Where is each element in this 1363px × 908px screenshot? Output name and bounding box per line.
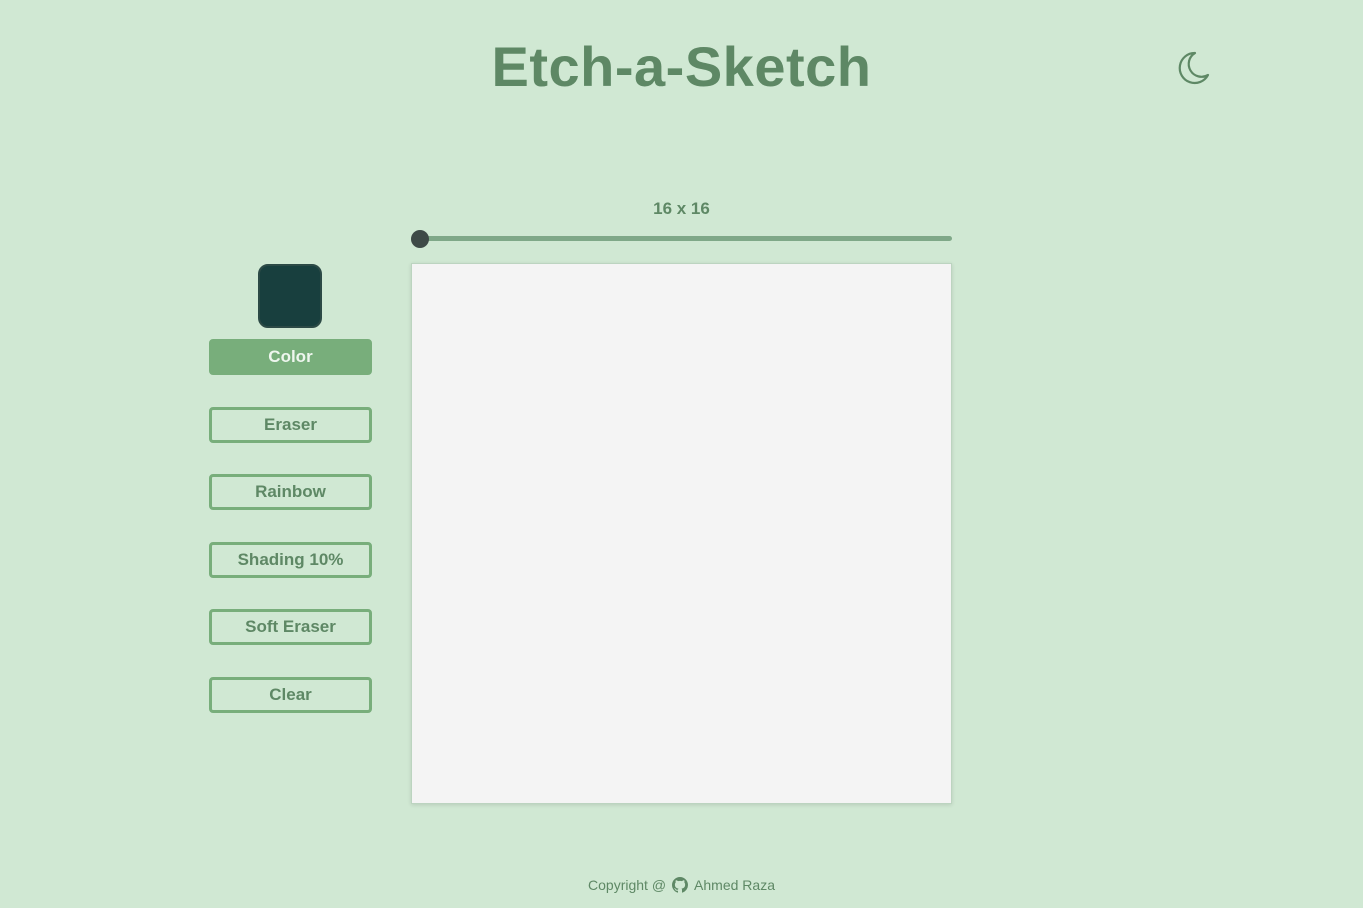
- app-page: Etch-a-Sketch 16 x 16 Color Eraser Rainb…: [0, 0, 1363, 908]
- theme-toggle-button[interactable]: [1173, 48, 1213, 88]
- slider-track[interactable]: [411, 236, 952, 241]
- color-picker-swatch[interactable]: [258, 264, 322, 328]
- github-icon: [672, 877, 689, 893]
- page-title: Etch-a-Sketch: [491, 35, 872, 98]
- copyright-text: Copyright @: [588, 877, 667, 893]
- rainbow-button[interactable]: Rainbow: [209, 474, 372, 510]
- footer: Copyright @ Ahmed Raza: [0, 877, 1363, 893]
- slider-thumb[interactable]: [411, 230, 429, 248]
- grid-size-slider[interactable]: [411, 229, 952, 249]
- grid-size-label: 16 x 16: [653, 199, 710, 218]
- soft-eraser-button[interactable]: Soft Eraser: [209, 609, 372, 645]
- sketch-canvas[interactable]: [411, 263, 952, 804]
- shading-button[interactable]: Shading 10%: [209, 542, 372, 578]
- eraser-button[interactable]: Eraser: [209, 407, 372, 443]
- author-link[interactable]: Ahmed Raza: [694, 877, 775, 893]
- clear-button[interactable]: Clear: [209, 677, 372, 713]
- moon-icon: [1178, 51, 1210, 85]
- color-mode-button[interactable]: Color: [209, 339, 372, 375]
